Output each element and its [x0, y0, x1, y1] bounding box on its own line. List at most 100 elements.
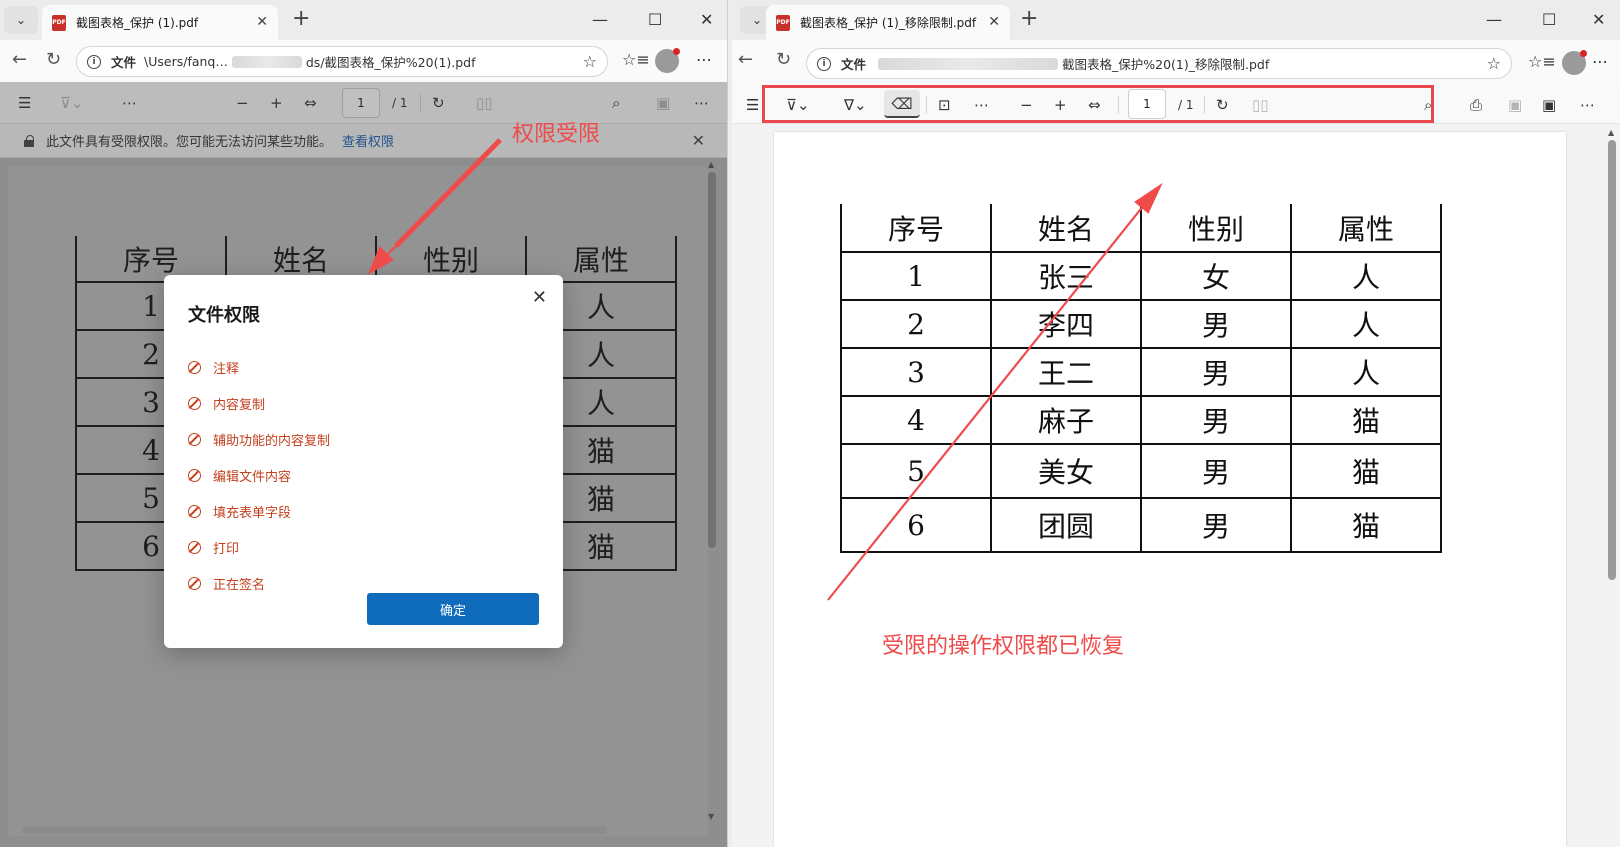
favorites-list-icon[interactable]: ☆≡ — [1528, 53, 1556, 71]
table-cell: 人 — [1290, 347, 1442, 397]
file-permissions-dialog: ✕ 文件权限 注释 内容复制 辅助功能的内容复制 编辑文件内容 填充表单字段 打… — [164, 275, 563, 648]
permission-label: 编辑文件内容 — [213, 469, 292, 485]
table-cell: 猫 — [1290, 395, 1442, 445]
header-cell: 姓名 — [990, 204, 1142, 253]
annotation-restored-label: 受限的操作权限都已恢复 — [882, 634, 1125, 659]
vertical-scrollbar[interactable] — [1608, 140, 1616, 580]
chevron-down-icon: ⌄ — [751, 13, 763, 27]
star-icon[interactable]: ☆ — [1487, 54, 1501, 73]
minimize-button[interactable]: — — [1486, 10, 1502, 29]
table-cell: 男 — [1140, 347, 1292, 397]
data-table: 序号 姓名 性别 属性 1 张三女人 2 李四男人 3 王二男人 4 麻子男猫 5 美女男… — [840, 204, 1442, 553]
print-icon[interactable]: ⎙ — [1470, 97, 1482, 113]
refresh-icon[interactable]: ↻ — [776, 51, 791, 69]
table-cell: 男 — [1140, 395, 1292, 445]
profile-avatar[interactable] — [1562, 50, 1587, 75]
tab-strip: ⌄ PDF 截图表格_保护 (1)_移除限制.pdf ✕ + — ☐ ✕ — [732, 0, 1620, 40]
contents-icon[interactable]: ☰ — [746, 97, 759, 113]
header-cell: 性别 — [1140, 204, 1292, 253]
permission-item: 编辑文件内容 — [188, 457, 539, 493]
profile-avatar[interactable] — [655, 48, 680, 73]
table-cell: 男 — [1140, 443, 1292, 499]
table-cell: 2 — [840, 299, 992, 349]
table-row: 3 王二男人 — [840, 347, 1442, 397]
table-cell: 猫 — [1290, 497, 1442, 553]
table-cell: 女 — [1140, 251, 1292, 301]
more-icon[interactable]: ⋯ — [1592, 53, 1608, 71]
prohibited-icon — [188, 504, 201, 518]
maximize-button[interactable]: ☐ — [1542, 10, 1556, 29]
table-cell: 麻子 — [990, 395, 1142, 445]
scheme-label: 文件 — [841, 57, 867, 72]
pdf-viewer: 序号 姓名 性别 属性 1 张三女人 2 李四男人 3 王二男人 4 麻子男猫 5 美女男… — [732, 124, 1620, 847]
minimize-button[interactable]: — — [592, 10, 608, 29]
permission-item: 注释 — [188, 349, 539, 385]
close-window-button[interactable]: ✕ — [700, 10, 713, 29]
tab-active[interactable]: PDF 截图表格_保护 (1).pdf ✕ — [42, 5, 278, 40]
permission-label: 打印 — [213, 541, 240, 557]
permission-item: 填充表单字段 — [188, 493, 539, 529]
table-row: 1 张三女人 — [840, 251, 1442, 301]
right-browser-window: ⌄ PDF 截图表格_保护 (1)_移除限制.pdf ✕ + — ☐ ✕ ← ↻… — [732, 0, 1620, 847]
table-cell: 男 — [1140, 299, 1292, 349]
permission-item: 辅助功能的内容复制 — [188, 421, 539, 457]
table-row: 5 美女男猫 — [840, 443, 1442, 499]
ok-button[interactable]: 确定 — [367, 593, 539, 625]
tab-title: 截图表格_保护 (1)_移除限制.pdf — [800, 16, 977, 30]
annotation-restricted-label: 权限受限 — [512, 122, 601, 147]
refresh-icon[interactable]: ↻ — [46, 51, 61, 69]
favorites-list-icon[interactable]: ☆≡ — [622, 51, 650, 69]
url-end: 截图表格_保护%20(1)_移除限制.pdf — [1062, 57, 1270, 72]
maximize-button[interactable]: ☐ — [648, 10, 662, 29]
address-bar[interactable]: i 文件 \Users/fanq… ds/截图表格_保护%20(1).pdf ☆ — [76, 46, 608, 77]
table-cell: 4 — [840, 395, 992, 445]
url-start: \Users/fanq… — [144, 54, 228, 69]
back-arrow-icon[interactable]: ← — [12, 51, 27, 69]
address-row: ← ↻ i 文件 截图表格_保护%20(1)_移除限制.pdf ☆ ☆≡ ⋯ — [732, 40, 1620, 84]
prohibited-icon — [188, 396, 201, 410]
tab-actions-menu[interactable]: ⌄ — [4, 6, 38, 34]
pdf-file-icon: PDF — [52, 14, 66, 31]
table-cell: 李四 — [990, 299, 1142, 349]
permission-item: 打印 — [188, 529, 539, 565]
tab-close-icon[interactable]: ✕ — [256, 14, 268, 30]
address-bar[interactable]: i 文件 截图表格_保护%20(1)_移除限制.pdf ☆ — [806, 48, 1512, 79]
info-icon[interactable]: i — [87, 54, 101, 69]
table-cell: 3 — [840, 347, 992, 397]
header-cell: 序号 — [840, 204, 992, 253]
table-cell: 6 — [840, 497, 992, 553]
more-icon[interactable]: ⋯ — [1580, 97, 1595, 113]
info-icon[interactable]: i — [817, 56, 831, 71]
new-tab-button[interactable]: + — [1020, 8, 1038, 30]
close-window-button[interactable]: ✕ — [1592, 10, 1605, 29]
save-as-icon[interactable]: ▣ — [1542, 97, 1556, 113]
table-cell: 男 — [1140, 497, 1292, 553]
dialog-title: 文件权限 — [188, 305, 260, 326]
left-browser-window: ⌄ PDF 截图表格_保护 (1).pdf ✕ + — ☐ ✕ ← ↻ i 文件… — [0, 0, 728, 847]
back-arrow-icon[interactable]: ← — [738, 51, 753, 69]
new-tab-button[interactable]: + — [292, 8, 310, 30]
permission-label: 注释 — [213, 361, 240, 377]
pdf-file-icon: PDF — [776, 14, 790, 31]
table-row: 2 李四男人 — [840, 299, 1442, 349]
more-icon[interactable]: ⋯ — [696, 51, 712, 69]
permission-label: 辅助功能的内容复制 — [213, 433, 331, 449]
pdf-page: 序号 姓名 性别 属性 1 张三女人 2 李四男人 3 王二男人 4 麻子男猫 5 美女男… — [774, 132, 1566, 847]
star-icon[interactable]: ☆ — [583, 52, 597, 71]
save-icon[interactable]: ▣ — [1508, 97, 1522, 113]
table-cell: 团圆 — [990, 497, 1142, 553]
close-icon[interactable]: ✕ — [532, 287, 547, 308]
table-cell: 5 — [840, 443, 992, 499]
table-cell: 人 — [1290, 251, 1442, 301]
tab-title: 截图表格_保护 (1).pdf — [76, 16, 199, 30]
tab-strip: ⌄ PDF 截图表格_保护 (1).pdf ✕ + — ☐ ✕ — [0, 0, 727, 40]
table-row: 4 麻子男猫 — [840, 395, 1442, 445]
permission-label: 填充表单字段 — [213, 505, 292, 521]
scheme-label: 文件 — [111, 55, 137, 70]
redacted-path — [231, 55, 302, 68]
scroll-up-icon[interactable]: ▲ — [1608, 128, 1614, 137]
horizontal-scrollbar[interactable] — [22, 826, 607, 834]
tab-close-icon[interactable]: ✕ — [988, 14, 1000, 30]
tab-active[interactable]: PDF 截图表格_保护 (1)_移除限制.pdf ✕ — [766, 5, 1010, 40]
prohibited-icon — [188, 360, 201, 374]
